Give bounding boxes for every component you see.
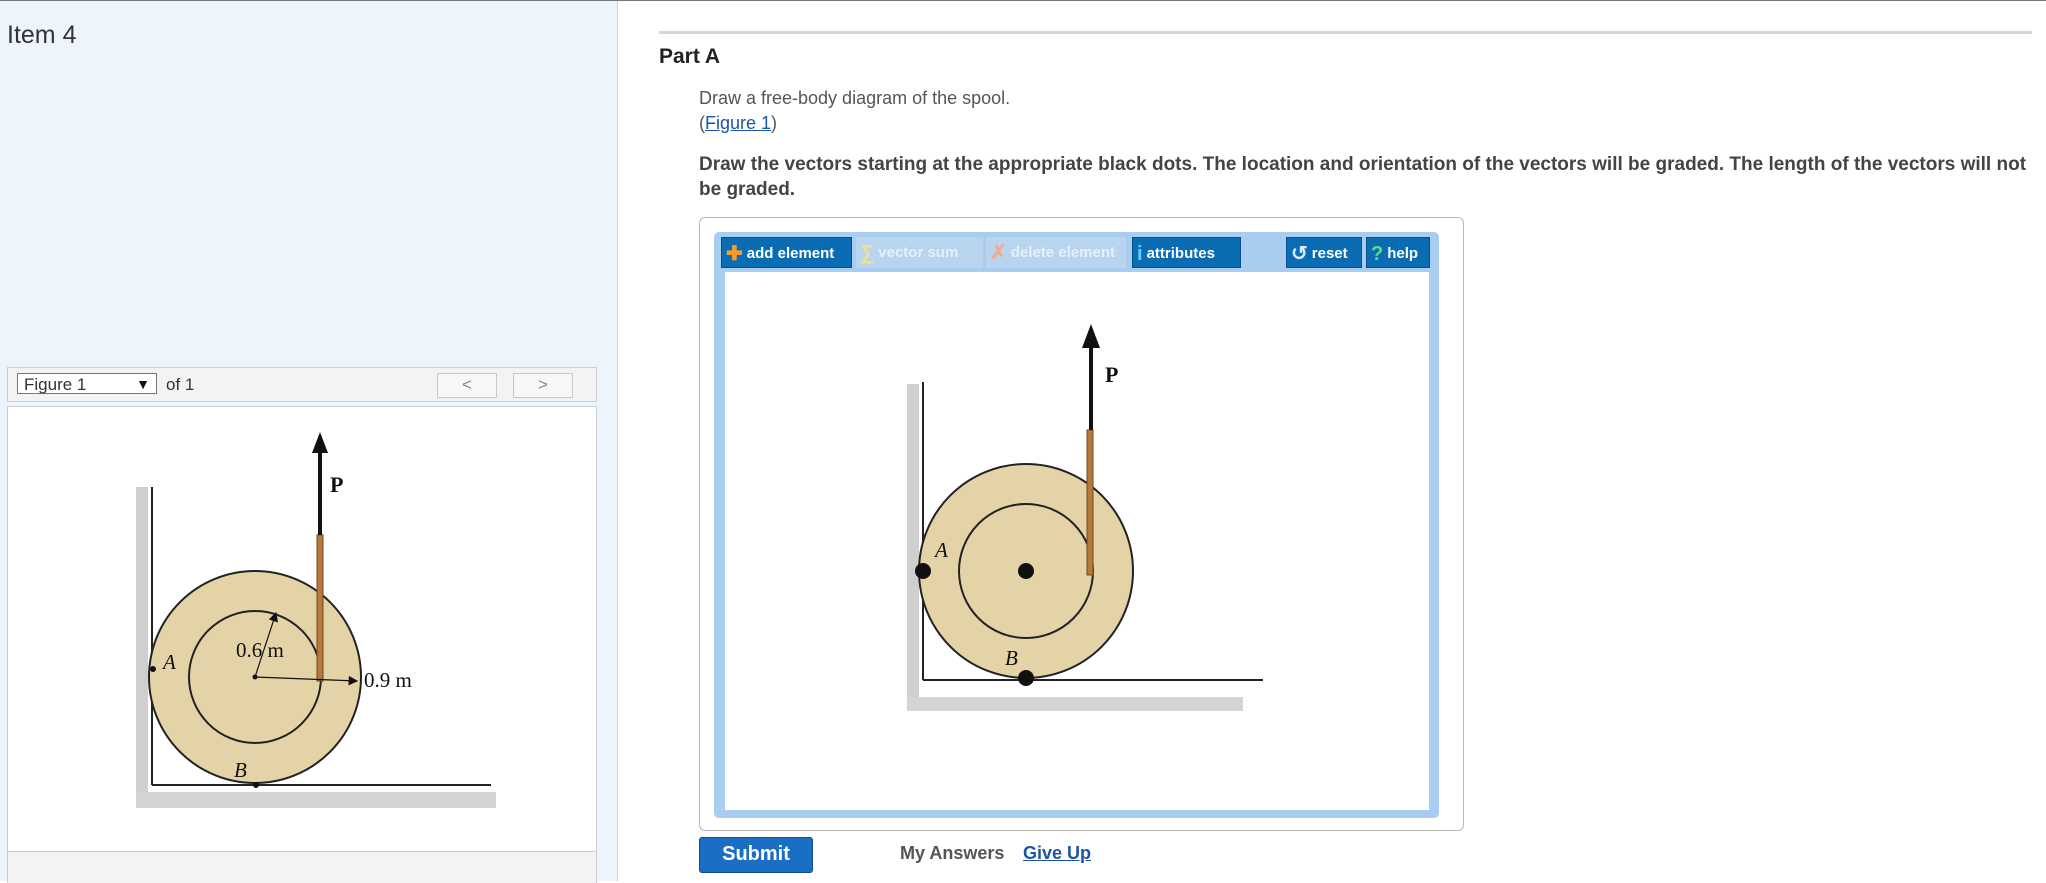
figure-area: P 0.6 m 0.9 m A B — [7, 406, 597, 852]
attributes-label: attributes — [1146, 245, 1215, 262]
figure-select-value: Figure 1 — [24, 375, 87, 394]
figure-select[interactable]: Figure 1 ▼ — [17, 373, 157, 394]
sigma-icon: ∑ — [860, 241, 875, 264]
left-panel: Item 4 Figure 1 ▼ of 1 < > P 0.6 m 0.9 m… — [0, 1, 618, 883]
drawing-canvas[interactable]: P A B — [725, 272, 1429, 810]
point-b-label: B — [234, 758, 247, 782]
rope — [316, 534, 324, 682]
grading-instruction: Draw the vectors starting at the appropr… — [699, 154, 2027, 200]
point-a-anchor-dot[interactable] — [915, 563, 931, 579]
point-b-dot — [253, 782, 259, 788]
reset-label: reset — [1311, 245, 1348, 262]
next-figure-button[interactable]: > — [513, 373, 573, 398]
point-a-dot — [150, 666, 156, 672]
force-arrowhead — [312, 432, 328, 453]
canvas-force-arrowhead — [1082, 324, 1100, 348]
delete-x-icon: ✗ — [990, 241, 1007, 264]
center-point — [252, 674, 258, 680]
canvas-point-a-label: A — [933, 538, 948, 562]
canvas-rope — [1086, 429, 1094, 576]
force-label: P — [330, 472, 343, 497]
info-icon: i — [1137, 242, 1143, 265]
floor-shading — [136, 792, 496, 808]
figure-count: of 1 — [166, 375, 195, 394]
figure-link[interactable]: Figure 1 — [705, 113, 771, 133]
my-answers-label: My Answers — [900, 843, 1005, 863]
canvas-wall-shading — [907, 384, 919, 706]
wall-shading — [136, 487, 148, 792]
figure-reference-close: ) — [771, 113, 778, 133]
add-element-label: add element — [746, 245, 835, 262]
reset-button[interactable]: ↺ reset — [1286, 237, 1362, 268]
give-up-link[interactable]: Give Up — [1023, 843, 1091, 864]
vector-sum-button[interactable]: ∑ vector sum — [856, 237, 983, 268]
attributes-button[interactable]: i attributes — [1132, 237, 1241, 268]
delete-element-button[interactable]: ✗ delete element — [986, 237, 1126, 268]
figure-footer — [7, 851, 597, 883]
point-a-label: A — [161, 650, 176, 674]
figure-reference: (Figure 1) — [699, 113, 777, 134]
canvas-floor-shading — [907, 697, 1243, 711]
dropdown-arrow-icon: ▼ — [136, 376, 150, 392]
delete-element-label: delete element — [1010, 244, 1115, 261]
section-divider — [659, 31, 2032, 34]
spool-figure: P 0.6 m 0.9 m A B — [136, 432, 496, 808]
help-button[interactable]: ? help — [1366, 237, 1430, 268]
help-label: help — [1387, 245, 1419, 262]
add-element-button[interactable]: ✚ add element — [721, 237, 852, 268]
figure-toolbar: Figure 1 ▼ of 1 < > — [7, 367, 597, 402]
plus-icon: ✚ — [726, 242, 743, 265]
prev-figure-button[interactable]: < — [437, 373, 497, 398]
outer-radius-label: 0.9 m — [364, 668, 412, 692]
canvas-figure: P A B — [907, 324, 1263, 711]
canvas-force-label: P — [1105, 362, 1118, 387]
part-title: Part A — [659, 45, 721, 68]
item-title: Item 4 — [7, 21, 77, 49]
point-b-anchor-dot[interactable] — [1018, 670, 1034, 686]
help-icon: ? — [1371, 242, 1384, 265]
center-anchor-dot[interactable] — [1018, 563, 1034, 579]
reset-icon: ↺ — [1291, 242, 1308, 265]
submit-button[interactable]: Submit — [699, 837, 813, 873]
canvas-point-b-label: B — [1005, 646, 1018, 670]
vector-sum-label: vector sum — [878, 244, 959, 261]
inner-radius-label: 0.6 m — [236, 638, 284, 662]
instruction-text: Draw a free-body diagram of the spool. — [699, 88, 1011, 108]
